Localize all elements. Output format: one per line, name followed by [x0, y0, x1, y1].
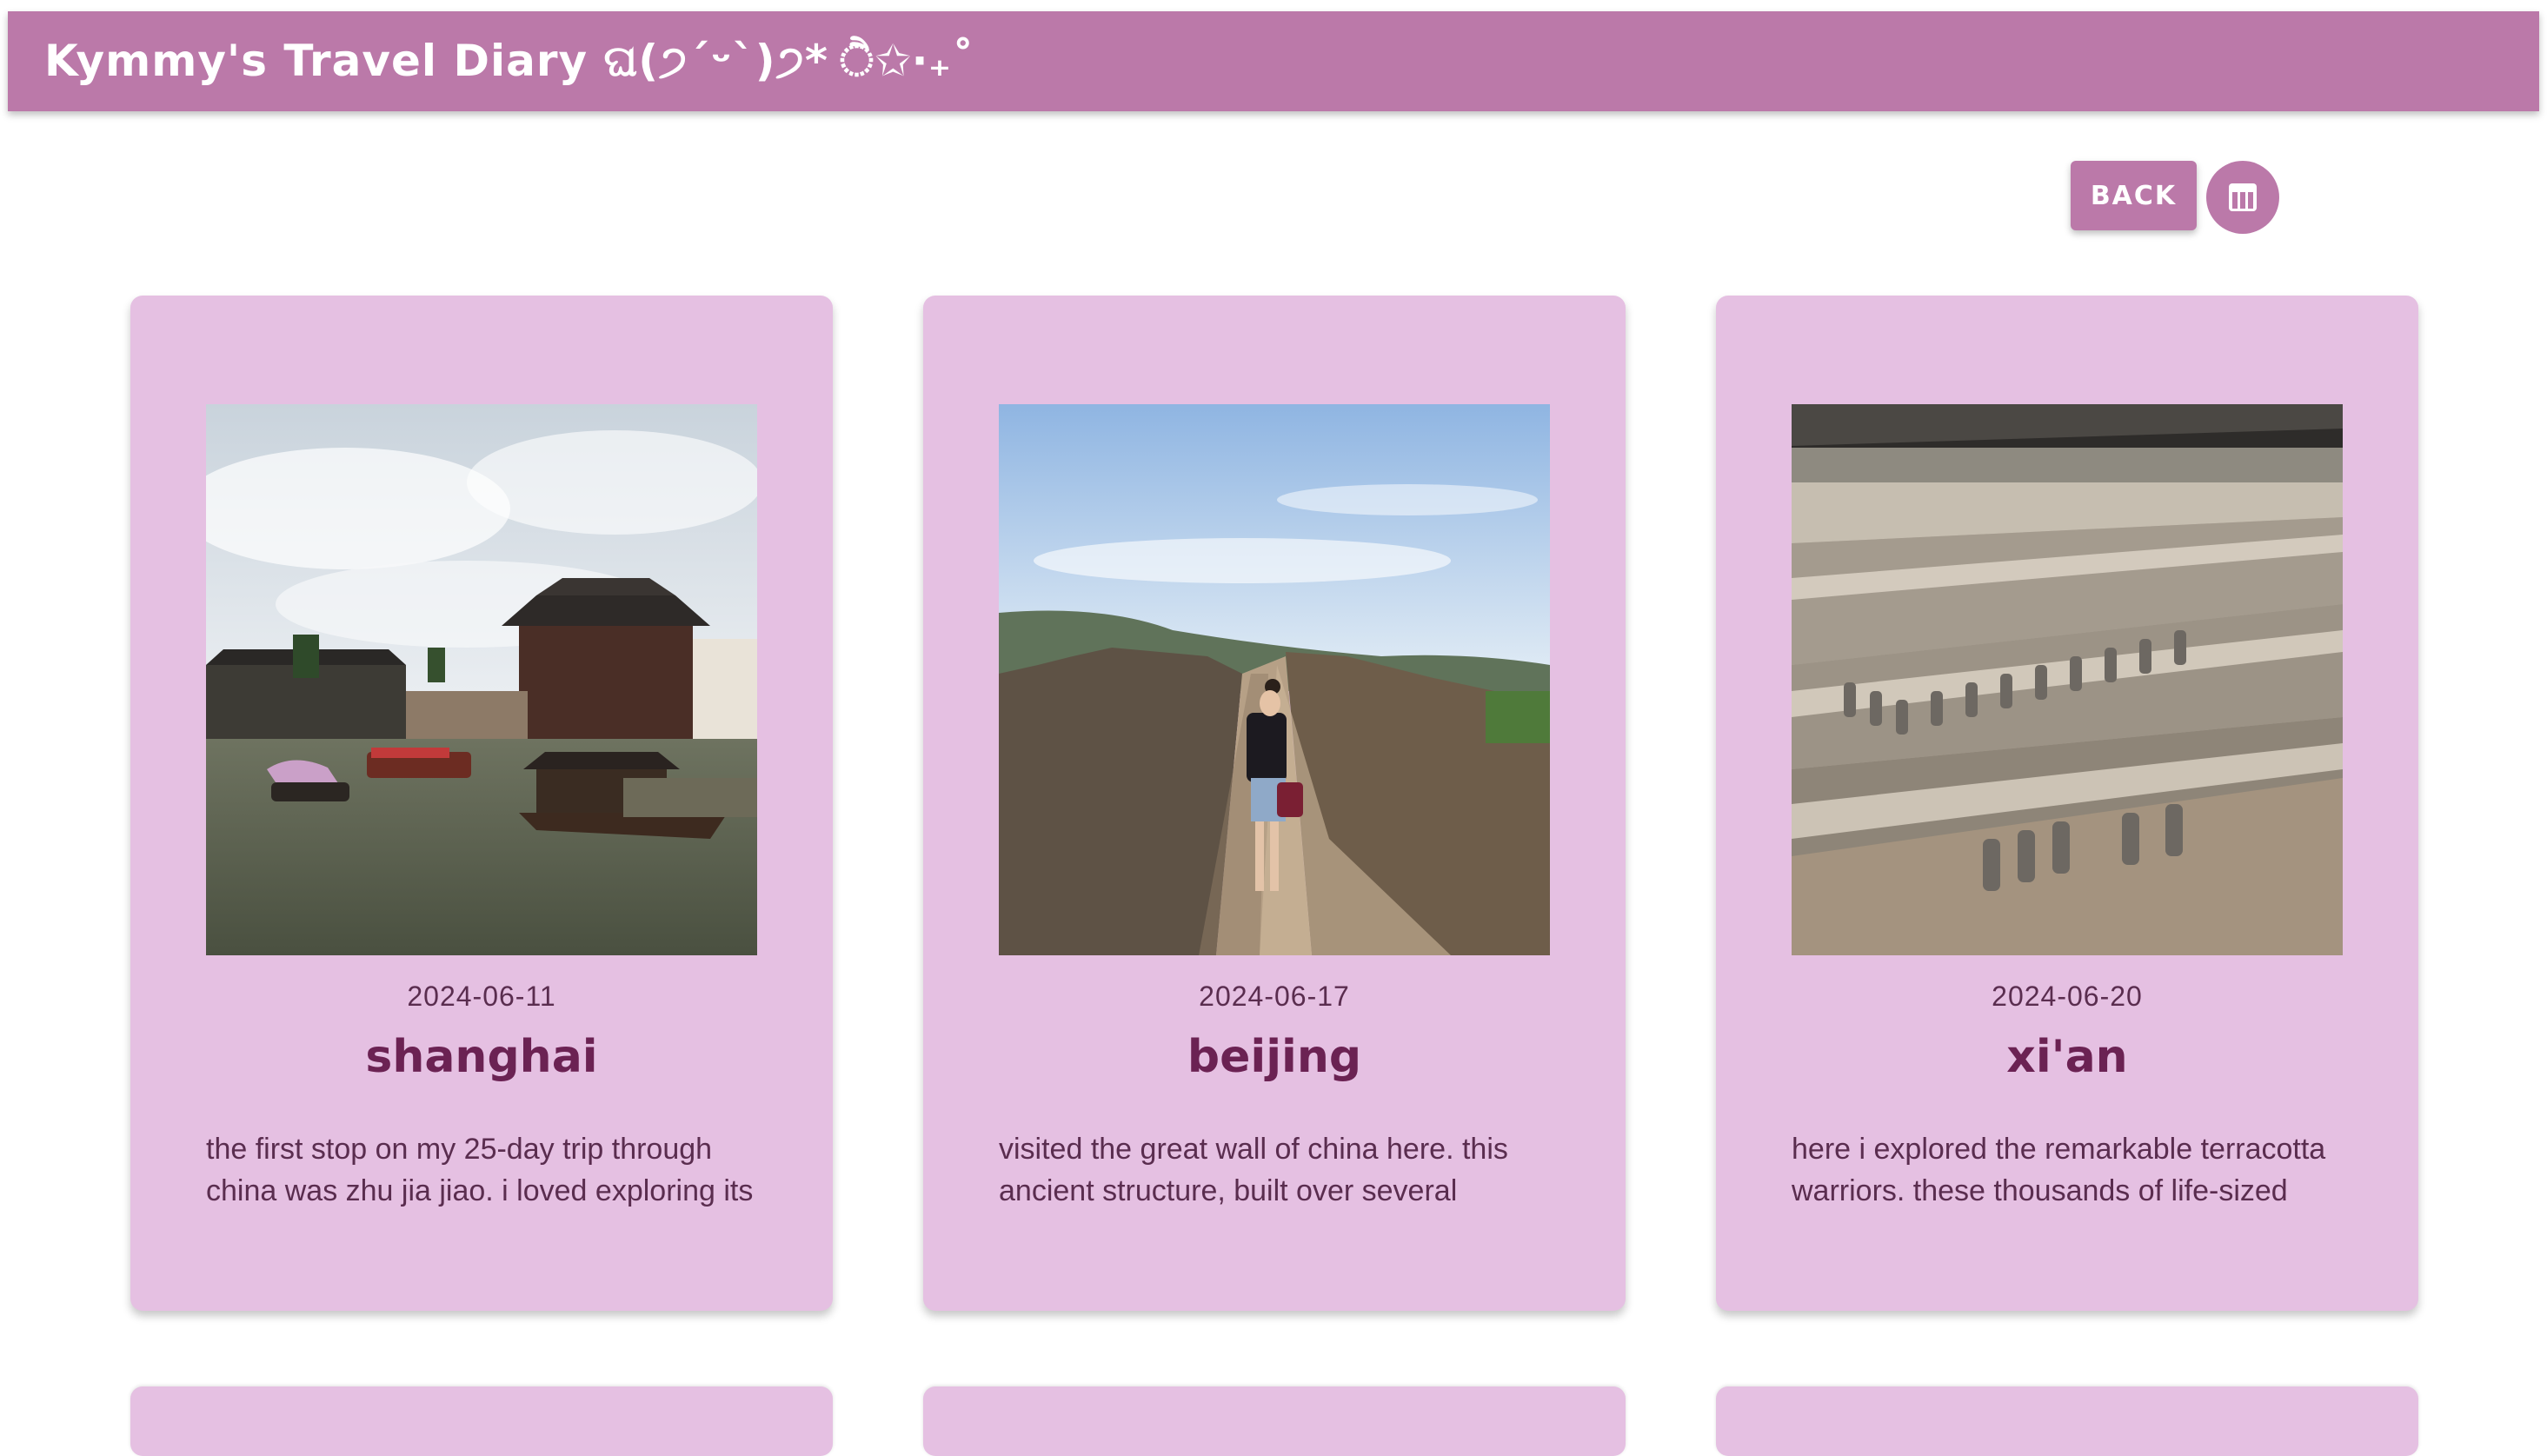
entry-description: here i explored the remarkable terracott…: [1792, 1133, 2326, 1207]
diary-card-shanghai[interactable]: 2024-06-11 shanghai the first stop on my…: [130, 296, 833, 1311]
entry-photo-xian: [1792, 404, 2343, 955]
entry-city: xi'an: [2006, 1031, 2128, 1083]
back-button[interactable]: BACK: [2071, 161, 2197, 230]
app-header: Kymmy's Travel Diary ଘ(੭ˊᵕˋ)੭* ੈ✩‧₊˚: [8, 11, 2539, 111]
entry-date: 2024-06-20: [1992, 981, 2143, 1012]
entry-description: the first stop on my 25-day trip through…: [206, 1133, 754, 1207]
entry-date: 2024-06-17: [1199, 981, 1350, 1012]
entry-city: beijing: [1187, 1031, 1362, 1083]
entry-description: visited the great wall of china here. th…: [999, 1133, 1508, 1207]
diary-card-next-2[interactable]: [923, 1386, 1626, 1456]
entry-date: 2024-06-11: [407, 981, 556, 1012]
diary-card-xian[interactable]: 2024-06-20 xi'an here i explored the rem…: [1716, 296, 2418, 1311]
entry-photo-beijing: [999, 404, 1550, 955]
diary-card-next-3[interactable]: [1716, 1386, 2418, 1456]
diary-card-beijing[interactable]: 2024-06-17 beijing visited the great wal…: [923, 296, 1626, 1311]
app-title: Kymmy's Travel Diary ଘ(੭ˊᵕˋ)੭* ੈ✩‧₊˚: [44, 36, 975, 86]
entry-photo-shanghai: [206, 404, 757, 955]
entry-city: shanghai: [365, 1031, 598, 1083]
diary-card-next-1[interactable]: [130, 1386, 833, 1456]
grid-view-icon: [2229, 183, 2257, 211]
grid-view-button[interactable]: [2206, 161, 2279, 234]
